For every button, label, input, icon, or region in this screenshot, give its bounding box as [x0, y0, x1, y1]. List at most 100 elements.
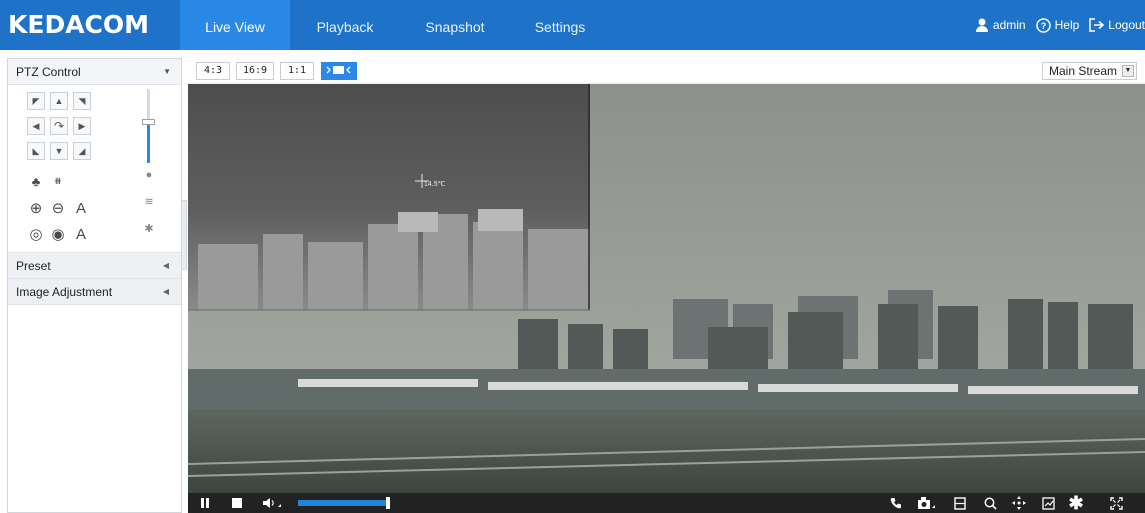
record-button[interactable]: [952, 495, 968, 511]
ptz-left-button[interactable]: ◀: [27, 117, 45, 135]
volume-button[interactable]: [260, 495, 286, 511]
ratio-16-9-button[interactable]: 16:9: [236, 62, 274, 80]
ptz-auto-rotate-button[interactable]: ↷: [50, 117, 68, 135]
video-toolbar: 4:3 16:9 1:1 Main Stream ▼: [188, 58, 1145, 84]
focus-far-button[interactable]: ◉: [48, 224, 68, 244]
statistics-button[interactable]: [1040, 495, 1056, 511]
move-icon: [1012, 496, 1026, 510]
tab-settings[interactable]: Settings: [510, 0, 610, 50]
film-icon: [954, 496, 966, 510]
wiper-icon: ♣: [31, 173, 41, 189]
phone-icon: [890, 498, 901, 509]
tab-live-view[interactable]: Live View: [180, 0, 290, 50]
ptz-speed-slider[interactable]: [147, 89, 150, 163]
fit-window-button[interactable]: [321, 62, 357, 80]
stream-select[interactable]: Main Stream ▼: [1042, 62, 1137, 80]
live-video-view[interactable]: 14.5℃: [188, 84, 1145, 493]
chevron-left-icon: ◀: [162, 261, 169, 270]
user-menu[interactable]: admin: [975, 18, 1026, 32]
stop-icon: [232, 498, 242, 508]
username-label: admin: [992, 18, 1026, 32]
help-icon: ?: [1035, 17, 1051, 33]
focus-near-button[interactable]: ◎: [26, 224, 46, 244]
logout-label: Logout: [1108, 18, 1145, 32]
ptz-speed-fill: [147, 122, 150, 163]
thermal-temperature-readout: 14.5℃: [424, 181, 446, 188]
top-navigation-bar: KEDACOM Live View Playback Snapshot Sett…: [0, 0, 1145, 50]
camera-icon: [918, 497, 935, 509]
pause-button[interactable]: [198, 495, 212, 511]
arrow-down-left-icon: ◣: [32, 145, 40, 156]
image-adjustment-section-header[interactable]: Image Adjustment ◀: [8, 279, 181, 305]
ptz-control-body: ◤ ▲ ◥ ◀ ↷ ▶ ◣ ▼ ◢ ♣ ⧻ ⊕ ⊖ A ◎ ◉ A ● ≋ ✱: [8, 85, 181, 253]
logout-button[interactable]: Logout: [1089, 18, 1145, 32]
user-icon: [975, 18, 988, 32]
kedacom-logo: KEDACOM: [8, 10, 150, 39]
ptz-down-right-button[interactable]: ◢: [73, 142, 91, 160]
chevron-down-icon: ▼: [163, 67, 171, 76]
auto-zoom-button[interactable]: A: [71, 198, 91, 218]
arrow-right-icon: ▶: [78, 120, 86, 131]
pause-icon: [201, 498, 209, 508]
ratio-1-1-button[interactable]: 1:1: [280, 62, 314, 80]
intercom-button[interactable]: [888, 495, 904, 511]
arrow-down-right-icon: ◢: [78, 145, 86, 156]
ptz-up-left-button[interactable]: ◤: [27, 92, 45, 110]
arrow-down-icon: ▼: [54, 146, 64, 156]
panel-collapse-handle[interactable]: [181, 200, 187, 270]
tab-playback[interactable]: Playback: [290, 0, 400, 50]
ptz-speed-thumb[interactable]: [142, 119, 155, 125]
ptz-right-button[interactable]: ▶: [73, 117, 91, 135]
video-frame: 14.5℃: [188, 84, 1145, 493]
arrow-up-left-icon: ◤: [32, 95, 40, 106]
zoom-in-button[interactable]: ⊕: [26, 198, 46, 218]
preset-section-header[interactable]: Preset ◀: [8, 253, 181, 279]
focus-far-icon: ◉: [51, 226, 65, 243]
left-control-panel: PTZ Control ▼ ◤ ▲ ◥ ◀ ↷ ▶ ◣ ▼ ◢ ♣ ⧻ ⊕ ⊖ …: [7, 58, 182, 513]
user-toolbar: admin ? Help Logout: [965, 0, 1145, 50]
ptz-up-button[interactable]: ▲: [50, 92, 68, 110]
ptz-down-left-button[interactable]: ◣: [27, 142, 45, 160]
digital-zoom-button[interactable]: [982, 495, 998, 511]
ratio-4-3-button[interactable]: 4:3: [196, 62, 230, 80]
chevron-down-icon: ▼: [1122, 65, 1134, 77]
settings-toggle-button[interactable]: ✱: [1068, 493, 1084, 513]
fan-icon[interactable]: ✱: [142, 222, 156, 236]
stream-select-value: Main Stream: [1049, 64, 1118, 78]
stop-button[interactable]: [230, 495, 244, 511]
ptz-up-right-button[interactable]: ◥: [73, 92, 91, 110]
ptz-3d-button[interactable]: [1010, 495, 1028, 511]
main-nav: Live View Playback Snapshot Settings: [180, 0, 610, 50]
speaker-icon: [263, 498, 281, 508]
volume-slider[interactable]: [298, 500, 388, 506]
tab-snapshot[interactable]: Snapshot: [400, 0, 510, 50]
snapshot-button[interactable]: [916, 495, 940, 511]
fit-window-icon: [326, 66, 351, 74]
arrow-up-icon: ▲: [54, 96, 64, 106]
wiper-button[interactable]: ♣: [26, 171, 46, 191]
asterisk-icon: ✱: [1068, 493, 1084, 513]
zoom-out-button[interactable]: ⊖: [48, 198, 68, 218]
volume-thumb[interactable]: [386, 497, 390, 509]
help-label: Help: [1054, 18, 1080, 32]
defog-button[interactable]: ⧻: [48, 171, 68, 191]
auto-focus-button[interactable]: A: [71, 224, 91, 244]
preset-title: Preset: [16, 259, 51, 273]
light-icon[interactable]: ●: [142, 168, 156, 182]
chart-icon: [1041, 496, 1055, 510]
defog-icon: ⧻: [53, 175, 63, 187]
help-button[interactable]: ? Help: [1035, 17, 1080, 33]
thermal-overlay: [188, 84, 590, 311]
image-adjustment-title: Image Adjustment: [16, 285, 113, 299]
ptz-down-button[interactable]: ▼: [50, 142, 68, 160]
infrared-icon[interactable]: ≋: [142, 195, 156, 209]
auto-icon: A: [75, 199, 86, 217]
ptz-control-title: PTZ Control: [16, 65, 81, 79]
zoom-out-icon: ⊖: [51, 200, 65, 217]
ptz-control-header[interactable]: PTZ Control ▼: [8, 59, 181, 85]
auto-icon: A: [75, 225, 86, 243]
magnifier-icon: [984, 497, 997, 510]
fullscreen-button[interactable]: [1108, 495, 1124, 511]
zoom-in-icon: ⊕: [29, 200, 43, 217]
fullscreen-icon: [1109, 496, 1123, 510]
